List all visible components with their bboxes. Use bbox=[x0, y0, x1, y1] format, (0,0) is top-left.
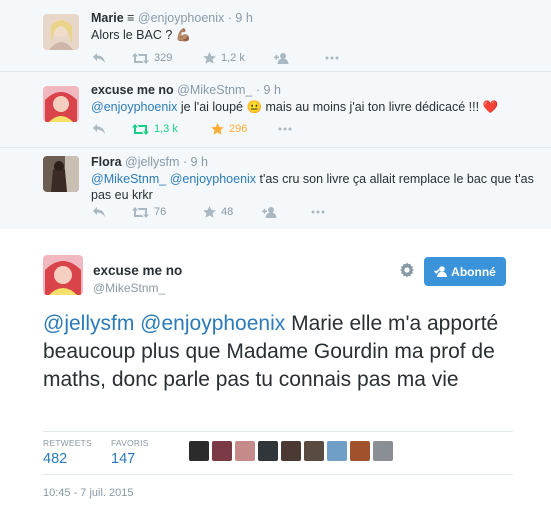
favoriter-avatar[interactable] bbox=[281, 441, 301, 461]
more-icon bbox=[311, 210, 325, 214]
follow-button[interactable] bbox=[274, 50, 290, 66]
reply-tweet[interactable]: Flora @jellysfm · 9 h @MikeStnm_ @enjoyp… bbox=[0, 148, 551, 229]
reply-tweet[interactable]: Marie ≡ @enjoyphoenix · 9 h Alors le BAC… bbox=[0, 0, 551, 72]
favorite-count: 48 bbox=[221, 206, 234, 218]
tweet-actions: 76 48 bbox=[92, 204, 352, 220]
retweet-count: 1,3 k bbox=[154, 123, 178, 135]
follow-icon bbox=[434, 266, 448, 277]
retweet-count: 76 bbox=[154, 206, 167, 218]
mention-link[interactable]: @enjoyphoenix bbox=[91, 100, 177, 114]
more-button[interactable] bbox=[278, 121, 292, 137]
favorite-button[interactable]: 296 bbox=[211, 121, 247, 137]
retweet-button[interactable]: 76 bbox=[132, 204, 166, 220]
tweet-header: Flora @jellysfm · 9 h bbox=[91, 154, 537, 170]
follow-icon bbox=[262, 206, 277, 218]
retweet-icon bbox=[132, 206, 149, 218]
gear-icon[interactable] bbox=[399, 262, 415, 278]
tweet-text: Alors le BAC ? 💪🏽 bbox=[91, 28, 192, 42]
favorite-count: 296 bbox=[229, 123, 248, 135]
more-icon bbox=[325, 56, 339, 60]
tweet-header: excuse me no @MikeStnm_ · 9 h bbox=[91, 82, 537, 98]
favorites-label: FAVORIS bbox=[111, 438, 149, 448]
more-button[interactable] bbox=[311, 204, 325, 220]
tweet-text: @enjoyphoenix je l'ai loupé 😐 mais au mo… bbox=[91, 99, 537, 115]
retweets-label: RETWEETS bbox=[43, 438, 92, 448]
reply-icon bbox=[93, 124, 105, 134]
favorites-stat[interactable]: FAVORIS 147 bbox=[111, 438, 149, 467]
favorites-count: 147 bbox=[111, 451, 136, 467]
tweet-text-body: je l'ai loupé 😐 mais au moins j'ai ton l… bbox=[177, 100, 499, 114]
avatar[interactable] bbox=[43, 255, 83, 295]
avatar[interactable] bbox=[43, 14, 79, 50]
reply-tweet[interactable]: excuse me no @MikeStnm_ · 9 h @enjoyphoe… bbox=[0, 72, 551, 148]
favoriter-avatar[interactable] bbox=[304, 441, 324, 461]
follow-icon bbox=[274, 52, 289, 64]
retweets-stat[interactable]: RETWEETS 482 bbox=[43, 438, 92, 467]
favoriters-avatars bbox=[189, 441, 396, 461]
avatar[interactable] bbox=[43, 86, 79, 122]
reply-button[interactable] bbox=[92, 204, 106, 220]
author-name[interactable]: Flora bbox=[91, 155, 122, 169]
tweet-text: @jellysfm @enjoyphoenix Marie elle m'a a… bbox=[43, 310, 513, 394]
reply-button[interactable] bbox=[92, 50, 106, 66]
reply-button[interactable] bbox=[92, 121, 106, 137]
retweets-count: 482 bbox=[43, 451, 68, 467]
timestamp[interactable]: 9 h bbox=[191, 155, 208, 169]
timestamp[interactable]: 9 h bbox=[235, 11, 252, 25]
author-name[interactable]: excuse me no bbox=[91, 83, 174, 97]
reply-icon bbox=[93, 53, 105, 63]
mention-link[interactable]: @enjoyphoenix bbox=[170, 172, 256, 186]
conversation-replies: Marie ≡ @enjoyphoenix · 9 h Alors le BAC… bbox=[0, 0, 551, 229]
separator: · bbox=[255, 83, 261, 97]
more-button[interactable] bbox=[325, 50, 339, 66]
following-button[interactable]: Abonné bbox=[424, 257, 506, 286]
author-handle[interactable]: @jellysfm bbox=[125, 155, 179, 169]
retweet-icon bbox=[132, 123, 149, 135]
separator: · bbox=[227, 11, 232, 25]
mention-link[interactable]: @enjoyphoenix bbox=[140, 312, 285, 335]
favoriter-avatar[interactable] bbox=[258, 441, 278, 461]
favoriter-avatar[interactable] bbox=[235, 441, 255, 461]
author-handle[interactable]: @enjoyphoenix bbox=[138, 11, 224, 25]
favoriter-avatar[interactable] bbox=[327, 441, 347, 461]
retweet-icon bbox=[132, 52, 149, 64]
tweet-actions: 1,3 k 296 bbox=[92, 121, 352, 137]
favoriter-avatar[interactable] bbox=[189, 441, 209, 461]
favoriter-avatar[interactable] bbox=[373, 441, 393, 461]
retweet-count: 329 bbox=[154, 52, 173, 64]
mention-link[interactable]: @jellysfm bbox=[43, 312, 134, 335]
mention-link[interactable]: @MikeStnm_ bbox=[91, 172, 166, 186]
favorite-button[interactable]: 1,2 k bbox=[203, 50, 245, 66]
tweet-timestamp[interactable]: 10:45 - 7 juil. 2015 bbox=[43, 487, 134, 499]
following-button-label: Abonné bbox=[451, 264, 496, 279]
tweet-text: @MikeStnm_ @enjoyphoenix t'as cru son li… bbox=[91, 171, 537, 203]
avatar[interactable] bbox=[43, 156, 79, 192]
author-handle[interactable]: @MikeStnm_ bbox=[177, 83, 252, 97]
favoriter-avatar[interactable] bbox=[212, 441, 232, 461]
follow-button[interactable] bbox=[262, 204, 278, 220]
favorite-icon bbox=[203, 52, 216, 64]
more-icon bbox=[278, 127, 292, 131]
favorite-icon bbox=[203, 206, 216, 218]
permalink-tweet: excuse me no @MikeStnm_ Abonné @jellysfm… bbox=[0, 229, 551, 505]
tweet-actions: 329 1,2 k bbox=[92, 50, 352, 66]
timestamp[interactable]: 9 h bbox=[264, 83, 281, 97]
favorite-button[interactable]: 48 bbox=[203, 204, 233, 220]
author-name[interactable]: Marie ≡ bbox=[91, 11, 134, 25]
separator: · bbox=[182, 155, 188, 169]
favoriter-avatar[interactable] bbox=[350, 441, 370, 461]
reply-icon bbox=[93, 207, 105, 217]
retweet-button[interactable]: 1,3 k bbox=[132, 121, 178, 137]
author-name[interactable]: excuse me no bbox=[93, 263, 182, 278]
favorite-count: 1,2 k bbox=[221, 52, 245, 64]
author-handle[interactable]: @MikeStnm_ bbox=[93, 281, 165, 295]
tweet-header: Marie ≡ @enjoyphoenix · 9 h bbox=[91, 10, 537, 26]
favorite-icon bbox=[211, 123, 224, 135]
tweet-stats: RETWEETS 482 FAVORIS 147 bbox=[43, 431, 513, 475]
retweet-button[interactable]: 329 bbox=[132, 50, 172, 66]
